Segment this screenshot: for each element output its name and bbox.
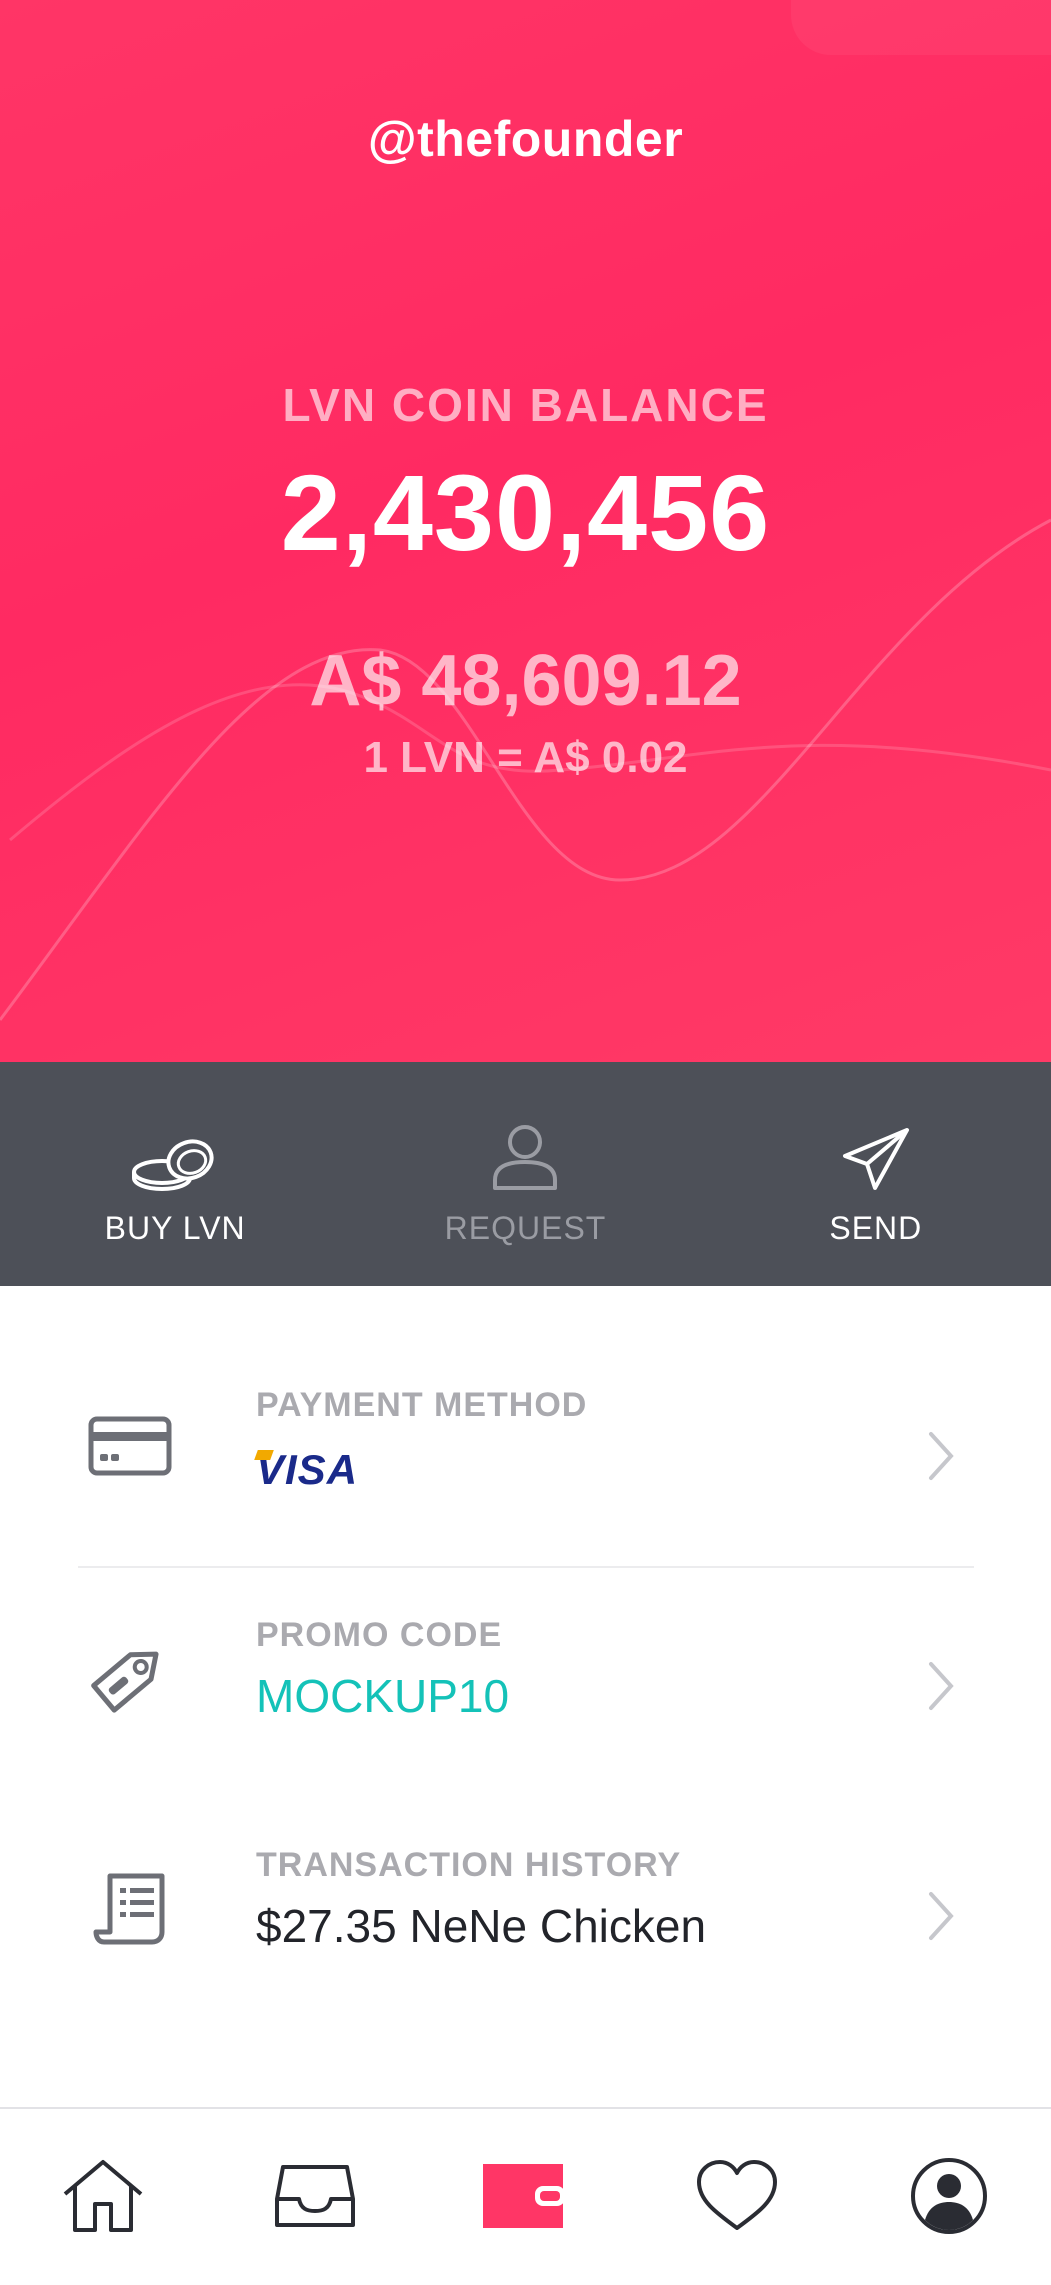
- credit-card-icon: [80, 1396, 180, 1496]
- inbox-icon[interactable]: [270, 2151, 360, 2241]
- buy-lvn-button[interactable]: BUY LVN: [0, 1062, 350, 1286]
- action-bar: BUY LVN REQUEST SEND: [0, 1062, 1051, 1286]
- transaction-history-row[interactable]: TRANSACTION HISTORY $27.35 NeNe Chicken: [0, 1846, 1051, 2046]
- request-label: REQUEST: [444, 1210, 607, 1246]
- bottom-tab-bar: [0, 2107, 1051, 2285]
- profile-icon[interactable]: [904, 2151, 994, 2241]
- promo-code-value: MOCKUP10: [256, 1670, 510, 1722]
- chevron-right-icon: [929, 1662, 954, 1710]
- wallet-icon[interactable]: [480, 2151, 570, 2241]
- last-transaction: $27.35 NeNe Chicken: [256, 1900, 707, 1952]
- payment-method-row[interactable]: PAYMENT METHOD VISA: [0, 1386, 1051, 1586]
- exchange-rate: 1 LVN = A$ 0.02: [363, 733, 688, 782]
- paper-plane-icon: [826, 1118, 926, 1192]
- send-label: SEND: [829, 1210, 923, 1246]
- tag-icon: [80, 1626, 180, 1726]
- coins-icon: [125, 1118, 225, 1192]
- heart-icon[interactable]: [692, 2151, 782, 2241]
- send-button[interactable]: SEND: [701, 1062, 1051, 1286]
- request-button[interactable]: REQUEST: [350, 1062, 700, 1286]
- coin-balance: 2,430,456: [280, 452, 771, 573]
- balance-hero: @thefounder LVN COIN BALANCE 2,430,456 A…: [0, 0, 1051, 1062]
- balance-label: LVN COIN BALANCE: [282, 379, 769, 431]
- transaction-history-caption: TRANSACTION HISTORY: [256, 1846, 682, 1884]
- home-icon[interactable]: [58, 2151, 148, 2241]
- buy-lvn-label: BUY LVN: [104, 1210, 246, 1246]
- promo-code-row[interactable]: PROMO CODE MOCKUP10: [0, 1616, 1051, 1816]
- receipt-icon: [80, 1856, 180, 1956]
- promo-code-caption: PROMO CODE: [256, 1616, 503, 1654]
- chevron-right-icon: [929, 1432, 954, 1480]
- row-divider: [78, 1566, 974, 1568]
- visa-logo: VISA: [254, 1446, 359, 1493]
- chevron-right-icon: [929, 1892, 954, 1940]
- username: @thefounder: [367, 111, 684, 167]
- person-icon: [475, 1118, 575, 1192]
- payment-method-caption: PAYMENT METHOD: [256, 1386, 588, 1424]
- fiat-balance: A$ 48,609.12: [309, 641, 742, 721]
